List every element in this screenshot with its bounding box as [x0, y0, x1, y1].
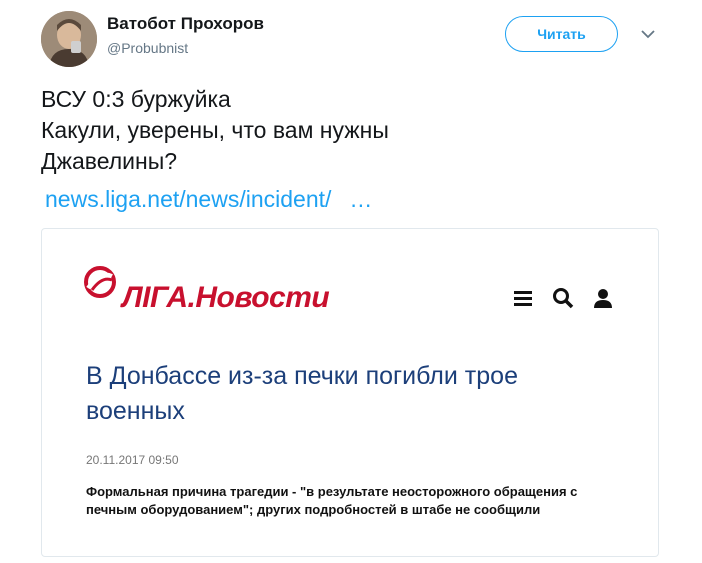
- tweet-line: Джавелины?: [41, 148, 178, 174]
- avatar[interactable]: [41, 11, 97, 67]
- tweet-text: ВСУ 0:3 буржуйка Какули, уверены, что ва…: [41, 84, 389, 177]
- site-nav-icons: [512, 287, 632, 313]
- menu-icon: [512, 287, 534, 314]
- liga-logo-icon: [84, 266, 116, 298]
- search-icon: [552, 287, 574, 314]
- link-preview-card[interactable]: ЛІГА.Новости В Донбассе из-за печки поги…: [41, 228, 659, 557]
- chevron-down-icon[interactable]: [638, 24, 658, 44]
- author-name[interactable]: Ватобот Прохоров: [107, 14, 264, 34]
- tweet-line: Какули, уверены, что вам нужны: [41, 117, 389, 143]
- tweet-link-ellipsis: …: [349, 186, 373, 212]
- tweet-link-url[interactable]: news.liga.net/news/incident/: [45, 186, 331, 212]
- logo-part-liga: ЛІГА: [122, 281, 188, 314]
- logo-part-news: .Новости: [187, 281, 330, 314]
- tweet-line: ВСУ 0:3 буржуйка: [41, 86, 231, 112]
- article-headline: В Донбассе из-за печки погибли трое воен…: [86, 362, 518, 425]
- user-icon: [592, 287, 614, 314]
- tweet-link[interactable]: news.liga.net/news/incident/ …: [45, 186, 372, 213]
- user-photo: [41, 11, 97, 67]
- author-handle[interactable]: @Probubnist: [107, 40, 188, 56]
- article-lead: Формальная причина трагедии - "в результ…: [86, 484, 578, 517]
- article-date: 20.11.2017 09:50: [86, 453, 179, 467]
- site-logo: ЛІГА.Новости: [82, 262, 372, 314]
- follow-button[interactable]: Читать: [505, 16, 618, 52]
